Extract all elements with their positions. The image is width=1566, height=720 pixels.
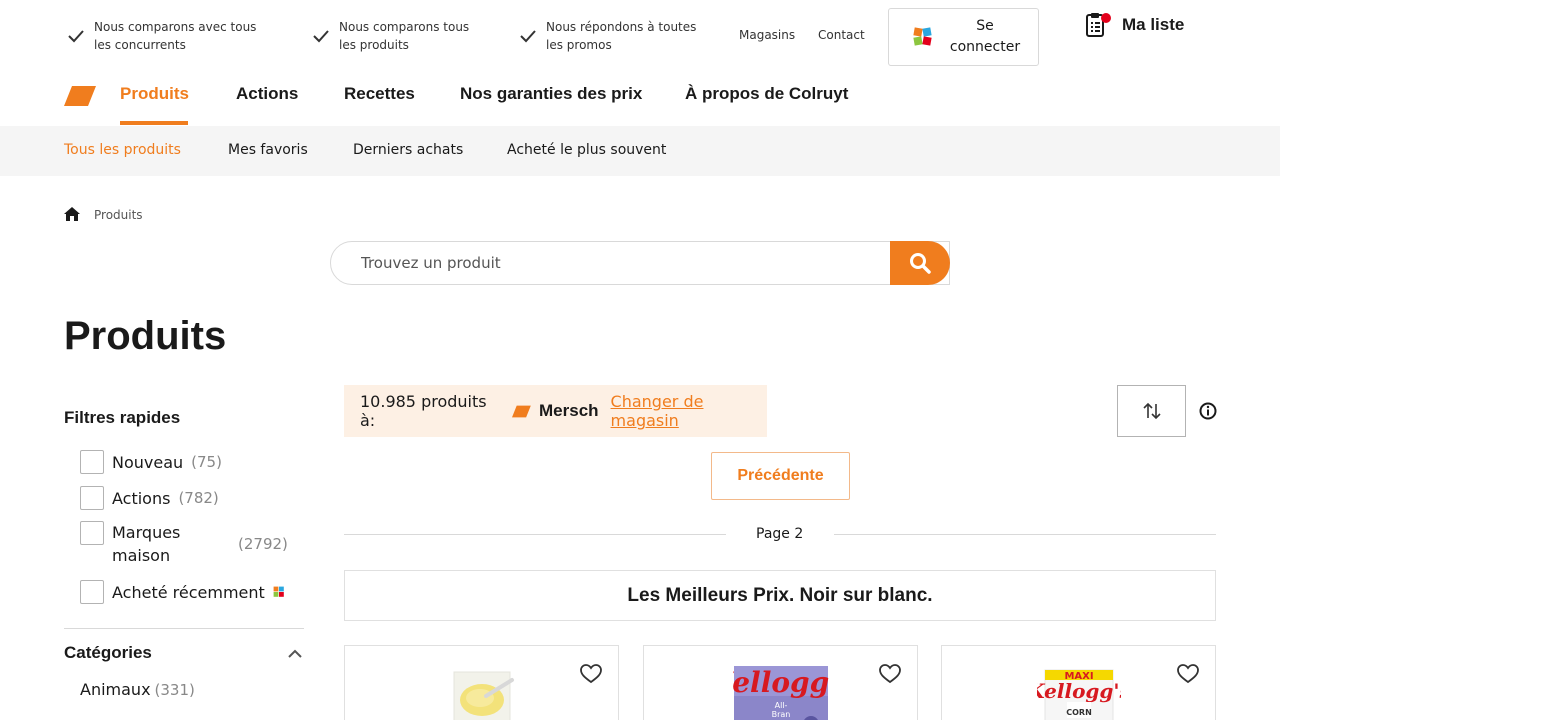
heart-icon[interactable] [1177,664,1199,684]
category-label: Animaux [80,680,151,699]
filter-recently-bought[interactable]: Acheté récemment [80,580,285,604]
checkbox[interactable] [80,450,104,474]
banner-text: Les Meilleurs Prix. Noir sur blanc. [627,584,933,606]
filter-count: (2792) [238,535,288,553]
product-lettering: All- [774,701,787,710]
product-image: Kellogg's All- Bran [732,666,829,720]
filter-new[interactable]: Nouveau (75) [80,450,222,474]
login-button[interactable]: Se connecter [888,8,1039,66]
product-card[interactable]: MAXI Kellogg's CORN [941,645,1216,720]
check-icon [313,30,329,43]
subnav-favorites[interactable]: Mes favoris [228,142,308,158]
contact-link[interactable]: Contact [818,28,865,42]
filter-count: (782) [178,489,219,507]
subnav-last-purchases[interactable]: Derniers achats [353,142,463,158]
usp-item: Nous répondons à toutes les promos [518,18,696,54]
nav-products[interactable]: Produits [120,84,189,104]
chevron-up-icon[interactable] [288,649,302,659]
subnav-all-products[interactable]: Tous les produits [64,142,181,158]
notification-dot [1101,13,1111,23]
usp-item: Nous comparons tous les produits [311,18,469,54]
my-list-button[interactable]: Ma liste [1084,12,1184,38]
checkbox[interactable] [80,486,104,510]
nav-price-guarantees[interactable]: Nos garanties des prix [460,84,642,104]
product-image [439,666,524,720]
filter-label: Nouveau [112,452,184,472]
info-icon[interactable] [1199,402,1217,420]
usp-text: les promos [546,38,612,52]
usp-item: Nous comparons avec tous les concurrents [66,18,256,54]
colruyt-logo[interactable] [64,86,96,106]
login-label: connecter [949,39,1021,55]
sort-arrows-icon [1142,402,1161,420]
check-icon [520,30,536,43]
svg-text:CORN: CORN [1066,708,1092,717]
store-info: 10.985 produits à: Mersch Changer de mag… [344,385,767,437]
active-nav-indicator [120,121,188,125]
search-button[interactable] [890,241,950,285]
product-lettering: Bran [771,710,790,719]
nav-about[interactable]: À propos de Colruyt [685,84,848,104]
product-card[interactable]: Kellogg's All- Bran [643,645,918,720]
product-image: MAXI Kellogg's CORN [1036,666,1121,720]
colruyt-logo-icon [512,405,532,417]
search-bar [330,241,950,285]
heart-icon[interactable] [580,664,602,684]
check-icon [68,30,84,43]
promo-banner: Les Meilleurs Prix. Noir sur blanc. [344,570,1216,621]
filter-label: Acheté récemment [112,582,265,602]
page-title: Produits [64,314,227,358]
brand-lettering: Kellogg's [1037,679,1121,703]
change-store-link[interactable]: Changer de magasin [611,392,767,430]
filter-house-brands[interactable]: Marques maison (2792) [80,521,288,567]
divider [344,534,726,535]
stores-link[interactable]: Magasins [739,28,795,42]
xtra-logo-icon [273,586,284,597]
product-card[interactable] [344,645,619,720]
usp-text: les produits [339,38,409,52]
usp-text: les concurrents [94,38,186,52]
search-input[interactable] [331,254,891,272]
product-count: 10.985 produits à: [360,392,487,430]
home-icon[interactable] [64,207,80,221]
checkbox[interactable] [80,580,104,604]
page-indicator: Page 2 [756,526,804,542]
category-count: (331) [154,680,195,699]
usp-text: Nous répondons à toutes [546,20,697,34]
login-label: Se [976,18,994,34]
heart-icon[interactable] [879,664,901,684]
quick-filters-title: Filtres rapides [64,408,181,427]
xtra-logo-icon [913,27,932,46]
nav-recipes[interactable]: Recettes [344,84,415,104]
divider [64,628,304,629]
checkbox[interactable] [80,521,104,545]
my-list-label: Ma liste [1122,15,1185,34]
usp-text: Nous comparons tous [339,20,470,34]
divider [834,534,1216,535]
filter-count: (75) [191,453,222,471]
search-icon [910,253,931,274]
store-name: Mersch [539,401,599,420]
sort-button[interactable] [1117,385,1186,437]
usp-text: Nous comparons avec tous [94,20,257,34]
nav-actions[interactable]: Actions [236,84,298,104]
filter-label: Marques maison [112,523,181,565]
brand-lettering: Kellogg's [733,666,829,699]
previous-page-button[interactable]: Précédente [711,452,850,500]
filter-actions[interactable]: Actions (782) [80,486,219,510]
breadcrumb-current: Produits [94,208,143,222]
filter-label: Actions [112,488,171,508]
category-item[interactable]: Animaux (331) [80,680,195,699]
subnav-most-bought[interactable]: Acheté le plus souvent [507,142,666,158]
categories-title[interactable]: Catégories [64,643,152,663]
